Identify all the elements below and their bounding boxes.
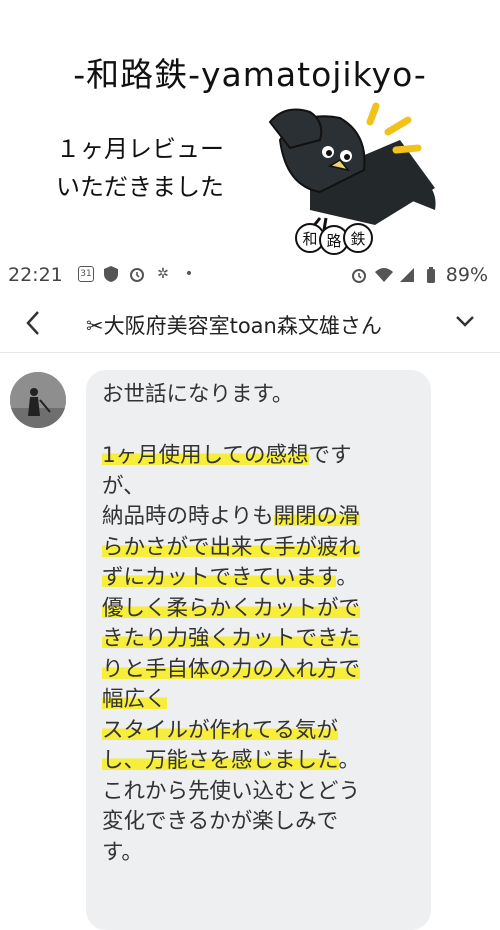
calendar-icon: 31: [78, 266, 94, 282]
crow-mascot-logo: 和 路 鉄: [268, 102, 436, 255]
chat-header: ✂大阪府美容室toan森文雄さん: [0, 298, 500, 353]
status-time: 22:21: [8, 264, 63, 286]
battery-percent: 89%: [445, 264, 488, 286]
message-text: お世話になります。 1ヶ月使用しての感想です が、 納品時の時よりも開閉の滑 ら…: [102, 380, 402, 868]
highlighted-text: スタイルが作れてる気が し、万能さを感じました: [102, 717, 339, 773]
signal-icon: [398, 266, 416, 284]
mascot-emblem: 和 路 鉄: [295, 223, 373, 255]
highlighted-text: 1ヶ月使用しての感想: [102, 443, 309, 468]
alarm-icon: [350, 266, 368, 284]
caption-line-2: いただきました: [56, 173, 224, 201]
svg-text:和: 和: [302, 230, 317, 248]
svg-text:路: 路: [326, 232, 341, 250]
alarm-icon: [128, 265, 146, 283]
message-segment: 。: [336, 565, 358, 590]
banner-caption: １ヶ月レビュー いただきました: [30, 130, 250, 206]
highlighted-text: 優しく柔らかくカットがで きたり力強くカットできた りと手自体の力の入れ方で 幅…: [102, 595, 361, 712]
chat-title[interactable]: ✂大阪府美容室toan森文雄さん: [86, 310, 382, 340]
caption-line-1: １ヶ月レビュー: [56, 135, 224, 163]
shield-icon: [102, 265, 120, 283]
svg-text:鉄: 鉄: [350, 230, 365, 248]
dot-icon: •: [184, 266, 194, 282]
sender-avatar[interactable]: [10, 372, 66, 428]
chevron-down-icon[interactable]: [454, 310, 476, 332]
brand-title: -和路鉄-yamatojikyo-: [73, 55, 427, 94]
message-segment: お世話になります。: [102, 382, 294, 407]
wifi-icon: [374, 266, 393, 284]
chevron-left-icon[interactable]: [22, 306, 44, 348]
status-bar: 22:21 31 ✲ • 89%: [0, 262, 500, 290]
fan-icon: ✲: [157, 266, 169, 282]
review-banner: -和路鉄-yamatojikyo- １ヶ月レビュー いただきました 和 路 鉄: [0, 0, 500, 262]
battery-icon: [422, 266, 440, 284]
